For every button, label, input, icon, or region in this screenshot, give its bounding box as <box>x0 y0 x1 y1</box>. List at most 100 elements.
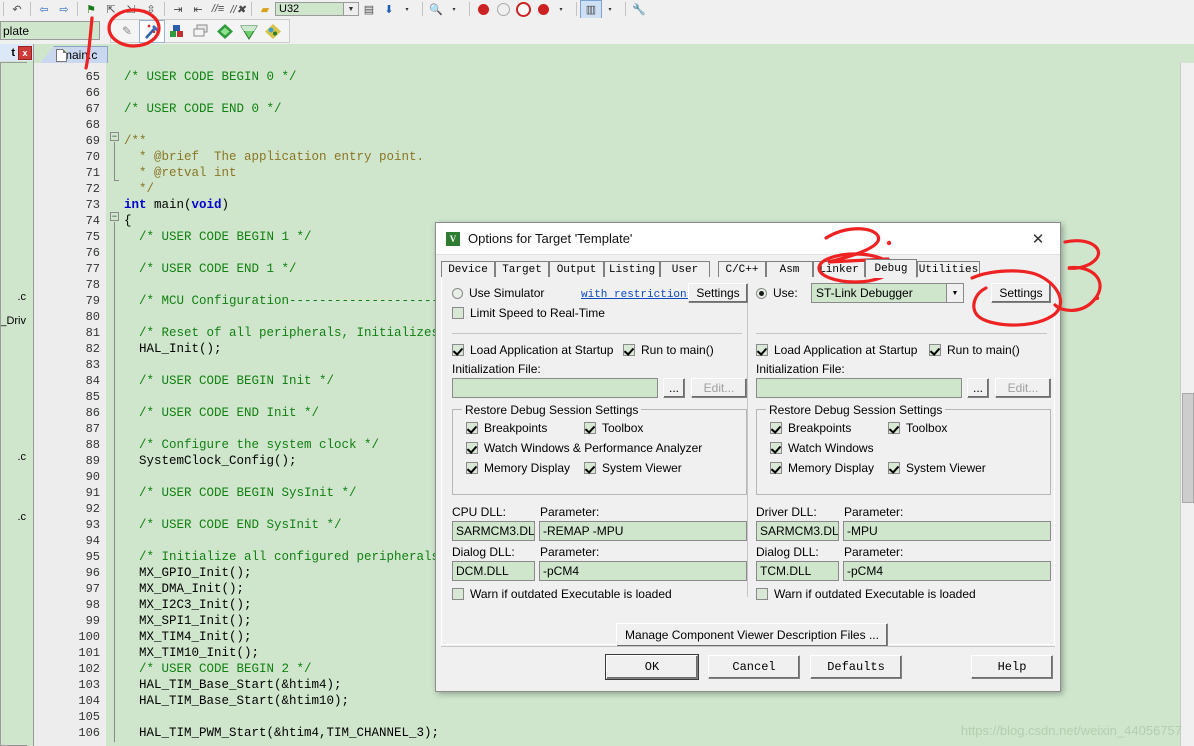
cpu-dll-input[interactable]: SARMCM3.DLL <box>452 521 535 541</box>
target-options-icon[interactable]: ✎ <box>115 21 139 42</box>
code-line[interactable]: * @retval int <box>124 165 237 181</box>
code-line[interactable]: MX_SPI1_Init(); <box>124 613 252 629</box>
code-line[interactable]: { <box>124 213 132 229</box>
load-app-checkbox[interactable] <box>756 344 768 356</box>
magic-wand-icon[interactable] <box>139 19 165 43</box>
fold-toggle-icon[interactable]: − <box>110 212 119 222</box>
warn-outdated-row-right[interactable]: Warn if outdated Executable is loaded <box>756 587 976 601</box>
use-simulator-radio[interactable] <box>452 287 463 299</box>
chevron-down-icon[interactable]: ▾ <box>600 1 620 18</box>
driver-parameter-input[interactable]: -MPU <box>843 521 1051 541</box>
run-to-main-row-right[interactable]: Run to main() <box>929 343 1020 357</box>
init-file-input[interactable] <box>452 378 658 398</box>
comment-icon[interactable]: //≡ <box>208 1 228 18</box>
restore-toolbox-row-right[interactable]: Toolbox <box>888 421 947 435</box>
tab-device[interactable]: Device <box>441 261 495 278</box>
restore-breakpoints-checkbox[interactable] <box>466 422 478 434</box>
code-line[interactable]: /* USER CODE END 1 */ <box>124 261 297 277</box>
code-line[interactable]: MX_TIM10_Init(); <box>124 645 259 661</box>
warn-outdated-checkbox[interactable] <box>756 588 768 600</box>
tab-main-c[interactable]: main.c <box>40 46 109 63</box>
breakpoint-insert-icon[interactable] <box>473 1 493 18</box>
run-to-main-row[interactable]: Run to main() <box>623 343 714 357</box>
chevron-down-icon[interactable]: ▾ <box>397 1 417 18</box>
batch-build-icon[interactable] <box>189 21 213 42</box>
dialog-parameter-input-right[interactable]: -pCM4 <box>843 561 1051 581</box>
init-file-browse-button-right[interactable]: ... <box>967 378 989 398</box>
code-line[interactable]: /* USER CODE BEGIN SysInit */ <box>124 485 357 501</box>
code-line[interactable]: /* Configure the system clock */ <box>124 437 379 453</box>
manage-project-icon[interactable] <box>261 21 285 42</box>
help-button[interactable]: Help <box>971 655 1053 679</box>
restore-watch-windows-row[interactable]: Watch Windows & Performance Analyzer <box>466 441 702 455</box>
with-restrictions-link[interactable]: with restrictions <box>581 289 693 301</box>
dialog-dll-input-right[interactable]: TCM.DLL <box>756 561 839 581</box>
restore-memory-display-checkbox[interactable] <box>466 462 478 474</box>
restore-memory-display-row-right[interactable]: Memory Display <box>770 461 874 475</box>
debugger-settings-button[interactable]: Settings <box>991 283 1051 303</box>
memory-type-combo[interactable]: U32 ▼ <box>275 2 359 16</box>
serial-window-icon[interactable]: ▥ <box>580 0 602 18</box>
manage-runtime-env-icon[interactable] <box>165 21 189 42</box>
restore-memory-display-row[interactable]: Memory Display <box>466 461 570 475</box>
scrollbar-thumb[interactable] <box>1182 393 1194 503</box>
tab-output[interactable]: Output <box>549 261 604 278</box>
tab-c-c-[interactable]: C/C++ <box>718 261 766 278</box>
undo-icon[interactable]: ↶ <box>7 1 27 18</box>
project-tree[interactable]: .c _Driv .c .c <box>0 62 27 746</box>
tab-listing[interactable]: Listing <box>604 261 660 278</box>
init-file-input-right[interactable] <box>756 378 962 398</box>
chevron-down-icon[interactable]: ▾ <box>551 1 571 18</box>
breakpoint-disable-all-icon[interactable] <box>513 1 533 18</box>
tab-debug[interactable]: Debug <box>865 259 917 278</box>
code-line[interactable]: /* USER CODE BEGIN Init */ <box>124 373 334 389</box>
restore-breakpoints-row-right[interactable]: Breakpoints <box>770 421 851 435</box>
dialog-parameter-input[interactable]: -pCM4 <box>539 561 747 581</box>
back-icon[interactable]: ⇦ <box>34 1 54 18</box>
tab-target[interactable]: Target <box>495 261 549 278</box>
dialog-dll-input[interactable]: DCM.DLL <box>452 561 535 581</box>
code-line[interactable]: /* USER CODE END 0 */ <box>124 101 282 117</box>
code-line[interactable]: HAL_TIM_PWM_Start(&htim4,TIM_CHANNEL_3); <box>124 725 439 741</box>
configure-tools-icon[interactable]: 🔧 <box>629 1 649 18</box>
restore-system-viewer-checkbox[interactable] <box>888 462 900 474</box>
restore-toolbox-checkbox[interactable] <box>584 422 596 434</box>
code-line[interactable]: /* USER CODE END Init */ <box>124 405 319 421</box>
chevron-down-icon[interactable]: ▼ <box>343 3 358 15</box>
dialog-tab-bar[interactable]: Device Target Output Listing User C/C++ Asm Lin… <box>441 259 1055 278</box>
restore-system-viewer-row-right[interactable]: System Viewer <box>888 461 986 475</box>
restore-toolbox-row[interactable]: Toolbox <box>584 421 643 435</box>
code-folding-column[interactable]: − − <box>106 63 124 746</box>
pack-installer-icon[interactable] <box>237 21 261 42</box>
simulator-settings-button[interactable]: Settings <box>688 283 748 303</box>
step-into-icon[interactable]: ⬇ <box>379 1 399 18</box>
bookmark-next-icon[interactable]: ⇲ <box>121 1 141 18</box>
code-line[interactable]: MX_I2C3_Init(); <box>124 597 252 613</box>
warn-outdated-checkbox[interactable] <box>452 588 464 600</box>
run-to-main-checkbox[interactable] <box>929 344 941 356</box>
list-item[interactable]: _Driv <box>1 315 26 327</box>
code-line[interactable]: MX_GPIO_Init(); <box>124 565 252 581</box>
load-app-row[interactable]: Load Application at Startup <box>452 343 613 357</box>
warn-outdated-row-left[interactable]: Warn if outdated Executable is loaded <box>452 587 672 601</box>
chevron-down-icon[interactable]: ▾ <box>444 1 464 18</box>
code-line[interactable]: int main(void) <box>124 197 229 213</box>
find-in-files-icon[interactable]: 🔍 <box>426 1 446 18</box>
limit-speed-row[interactable]: Limit Speed to Real-Time <box>452 306 605 320</box>
tab-linker[interactable]: Linker <box>813 261 865 278</box>
code-line[interactable]: /* USER CODE BEGIN 1 */ <box>124 229 312 245</box>
bookmark-toggle-icon[interactable]: ⚑ <box>81 1 101 18</box>
code-line[interactable]: /* USER CODE BEGIN 2 */ <box>124 661 312 677</box>
limit-speed-checkbox[interactable] <box>452 307 464 319</box>
ok-button[interactable]: OK <box>606 655 698 679</box>
code-line[interactable]: HAL_Init(); <box>124 341 222 357</box>
breakpoint-kill-all-icon[interactable] <box>533 1 553 18</box>
driver-dll-input[interactable]: SARMCM3.DLL <box>756 521 839 541</box>
options-for-target-dialog[interactable]: V Options for Target 'Template' ✕ Device… <box>435 222 1061 692</box>
uncomment-icon[interactable]: //✖ <box>228 1 248 18</box>
run-to-main-checkbox[interactable] <box>623 344 635 356</box>
init-file-browse-button[interactable]: ... <box>663 378 685 398</box>
tab-utilities[interactable]: Utilities <box>917 261 980 278</box>
breakpoint-disable-icon[interactable] <box>493 1 513 18</box>
forward-icon[interactable]: ⇨ <box>54 1 74 18</box>
